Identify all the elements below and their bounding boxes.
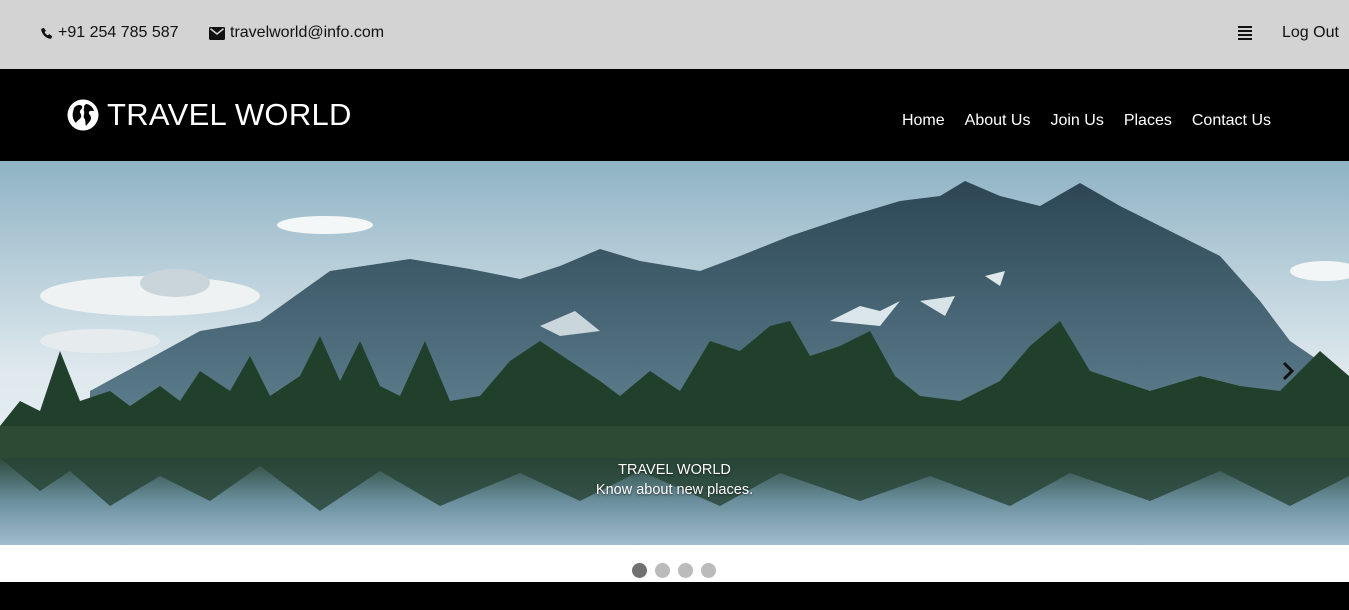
slide-caption-text: Know about new places. [595,482,754,498]
phone-icon [41,27,53,39]
globe-icon [67,99,99,131]
slide-dots [632,563,716,578]
slide-indicator-strip [0,545,1349,582]
logout-button[interactable]: Log Out [1282,24,1339,42]
brand-logo[interactable]: TRAVEL WORLD [67,97,352,133]
brand-name: TRAVEL WORLD [107,97,352,132]
page-footer-edge [0,582,1349,610]
hero-slideshow: TRAVEL WORLD Know about new places. [0,161,1349,545]
email-contact: travelworld@info.com [209,24,384,42]
envelope-icon [209,26,225,40]
slide-dot-1[interactable] [632,563,647,578]
slide-dot-3[interactable] [678,563,693,578]
nav-contact-us[interactable]: Contact Us [1192,112,1271,130]
top-contact-bar: +91 254 785 587 travelworld@info.com Log… [0,0,1349,69]
slide-dot-4[interactable] [701,563,716,578]
hamburger-icon[interactable] [1238,26,1252,40]
main-nav: Home About Us Join Us Places Contact Us [902,112,1271,130]
nav-home[interactable]: Home [902,112,945,130]
nav-about-us[interactable]: About Us [965,112,1031,130]
chevron-right-icon[interactable] [1281,361,1295,381]
nav-join-us[interactable]: Join Us [1050,112,1103,130]
slide-dot-2[interactable] [655,563,670,578]
email-address: travelworld@info.com [230,24,385,41]
slide-caption-title: TRAVEL WORLD [618,462,731,478]
nav-places[interactable]: Places [1124,112,1172,130]
phone-number: +91 254 785 587 [58,24,179,41]
phone-contact: +91 254 785 587 [40,24,179,42]
main-navbar: TRAVEL WORLD Home About Us Join Us Place… [0,69,1349,161]
